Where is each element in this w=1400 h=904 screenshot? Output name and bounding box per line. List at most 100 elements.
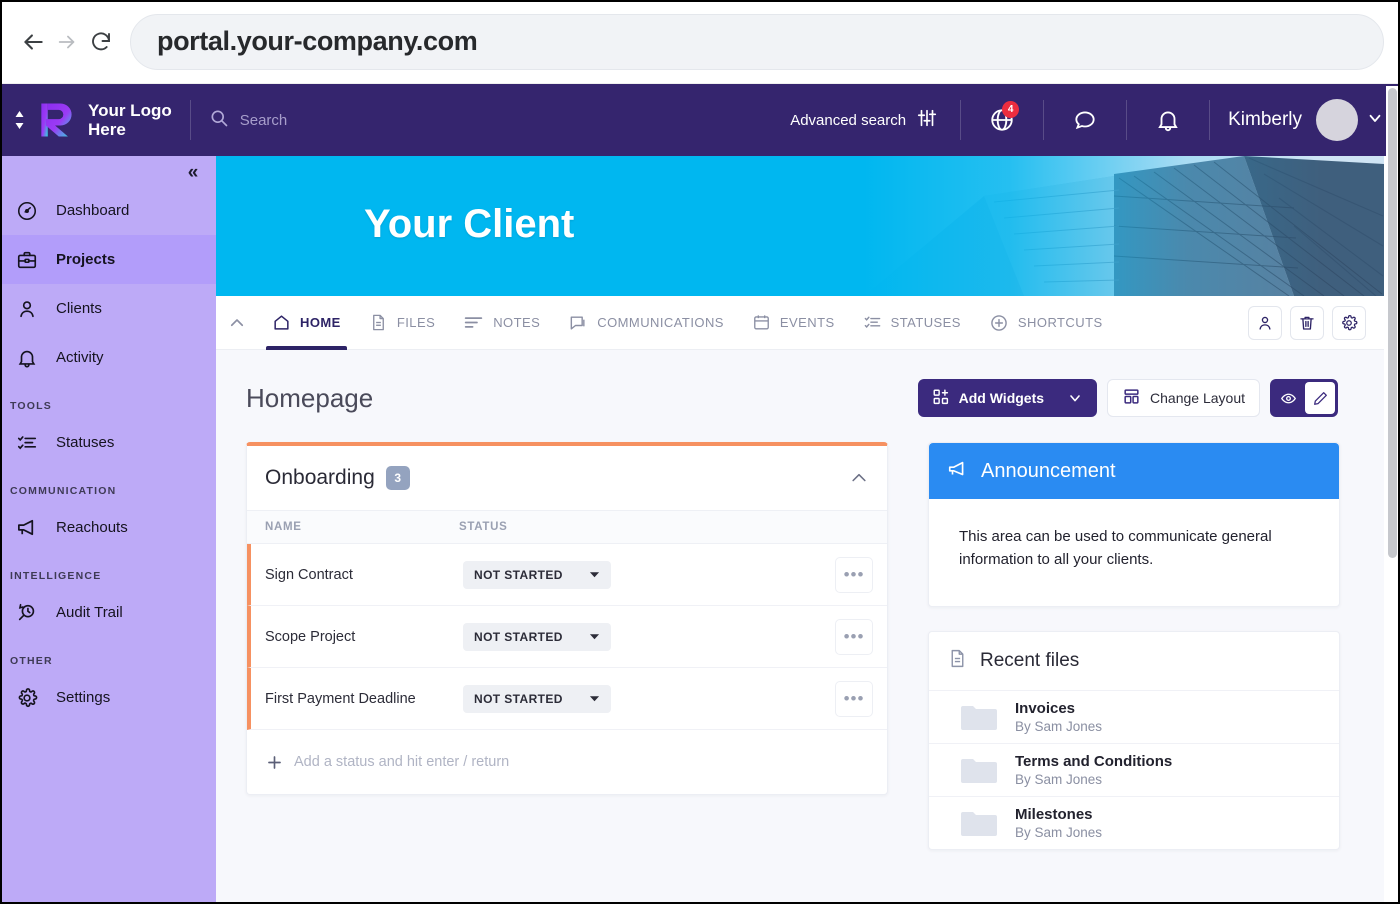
row-more-button[interactable]: •••: [835, 680, 873, 717]
row-more-button[interactable]: •••: [835, 556, 873, 593]
chat-icon[interactable]: [1062, 97, 1108, 143]
scrollbar-thumb[interactable]: [1388, 88, 1397, 558]
gear-icon: [14, 687, 40, 709]
sidebar-item-projects[interactable]: Projects: [0, 235, 216, 284]
header-divider-3: [1043, 100, 1045, 140]
sidebar-item-clients[interactable]: Clients: [0, 284, 216, 333]
row-name: Scope Project: [265, 628, 356, 645]
status-label: NOT STARTED: [474, 567, 563, 582]
sidebar-item-statuses[interactable]: Statuses: [0, 418, 216, 467]
announcement-body: This area can be used to communicate gen…: [959, 528, 1272, 569]
gear-icon[interactable]: [1332, 305, 1366, 340]
row-more-button[interactable]: •••: [835, 618, 873, 655]
caret-down-icon: [589, 693, 600, 704]
plus-icon: [265, 753, 284, 772]
tab-notes[interactable]: NOTES: [449, 296, 554, 350]
back-button[interactable]: [16, 25, 50, 59]
main-content: Homepage Add Widgets Change Layout Onboa…: [216, 350, 1384, 904]
address-bar[interactable]: portal.your-company.com: [130, 13, 1384, 70]
sidebar-item-settings[interactable]: Settings: [0, 673, 216, 722]
tab-label: COMMUNICATIONS: [597, 315, 724, 330]
page-actions: Add Widgets Change Layout: [917, 379, 1338, 417]
tabbar-collapse-icon[interactable]: [216, 314, 258, 332]
tab-communications[interactable]: COMMUNICATIONS: [554, 296, 738, 350]
add-status-input[interactable]: Add a status and hit enter / return: [247, 730, 887, 794]
recent-files-title: Recent files: [980, 649, 1080, 671]
bell-icon[interactable]: [1145, 97, 1191, 143]
sidebar-item-dashboard[interactable]: Dashboard: [0, 186, 216, 235]
table-row[interactable]: Scope Project NOT STARTED •••: [247, 606, 887, 668]
status-label: NOT STARTED: [474, 629, 563, 644]
add-widgets-button[interactable]: Add Widgets: [917, 379, 1098, 417]
speedometer-icon: [14, 200, 40, 222]
left-column: Onboarding 3 NAME STATUS Sign Contract N…: [246, 442, 888, 850]
sidebar-collapse-icon[interactable]: «: [180, 160, 206, 186]
sidebar-item-label: Statuses: [56, 434, 115, 451]
recent-files-header: Recent files: [929, 632, 1339, 690]
change-layout-button[interactable]: Change Layout: [1107, 379, 1260, 417]
status-label: NOT STARTED: [474, 691, 563, 706]
status-dropdown[interactable]: NOT STARTED: [463, 684, 611, 713]
globe-icon[interactable]: 4: [979, 97, 1025, 143]
widgets-grid-icon: [932, 388, 950, 409]
sidebar-group-other: OTHER: [10, 655, 53, 667]
file-author: By Sam Jones: [1015, 718, 1103, 734]
header-divider-2: [960, 100, 962, 140]
portal-switcher-icon[interactable]: [4, 109, 34, 131]
caret-down-icon: [589, 631, 600, 642]
advanced-search-button[interactable]: Advanced search: [790, 107, 938, 133]
person-icon[interactable]: [1248, 305, 1282, 340]
sidebar-item-label: Reachouts: [56, 519, 128, 536]
status-dropdown[interactable]: NOT STARTED: [463, 622, 611, 651]
row-name: Sign Contract: [265, 566, 353, 583]
url-text: portal.your-company.com: [157, 26, 478, 56]
tab-events[interactable]: EVENTS: [738, 296, 849, 350]
forward-button[interactable]: [50, 25, 84, 59]
table-row[interactable]: First Payment Deadline NOT STARTED •••: [247, 668, 887, 730]
chevron-down-icon: [1366, 109, 1384, 132]
sidebar-group-intelligence: INTELLIGENCE: [10, 570, 102, 582]
logo-r-icon: [41, 103, 72, 137]
eye-icon[interactable]: [1273, 382, 1303, 414]
tab-files[interactable]: FILES: [355, 296, 449, 350]
sidebar-item-activity[interactable]: Activity: [0, 333, 216, 382]
search-input[interactable]: Search: [209, 108, 288, 133]
reload-button[interactable]: [84, 25, 118, 59]
list-item[interactable]: Terms and Conditions By Sam Jones: [929, 742, 1339, 796]
trash-icon[interactable]: [1290, 305, 1324, 340]
tab-label: STATUSES: [890, 315, 961, 330]
hero-title: Your Client: [364, 202, 575, 246]
sliders-icon: [916, 107, 938, 133]
column-header-name: NAME: [265, 521, 302, 533]
tab-bar: HOME FILES NOTES COMMUNICATIONS EVENTS S…: [216, 296, 1384, 350]
file-name: Invoices: [1015, 699, 1076, 717]
right-column: Announcement This area can be used to co…: [928, 442, 1340, 850]
user-menu[interactable]: Kimberly: [1228, 99, 1384, 141]
pencil-icon[interactable]: [1305, 382, 1335, 414]
header-divider-4: [1126, 100, 1128, 140]
table-row[interactable]: Sign Contract NOT STARTED •••: [247, 544, 887, 606]
sidebar-item-reachouts[interactable]: Reachouts: [0, 503, 216, 552]
row-status-cell: NOT STARTED: [463, 622, 835, 651]
list-item[interactable]: Invoices By Sam Jones: [929, 689, 1339, 743]
sidebar-item-audit-trail[interactable]: Audit Trail: [0, 588, 216, 637]
vertical-scrollbar[interactable]: [1386, 86, 1398, 902]
status-dropdown[interactable]: NOT STARTED: [463, 560, 611, 589]
logo[interactable]: Your Logo Here: [34, 98, 172, 142]
sidebar-item-label: Audit Trail: [56, 604, 123, 621]
list-item[interactable]: Milestones By Sam Jones: [929, 795, 1339, 849]
document-icon: [369, 313, 388, 332]
collapse-chevron-icon[interactable]: [849, 468, 869, 488]
header-divider-1: [189, 100, 191, 140]
avatar: [1316, 99, 1358, 141]
tab-shortcuts[interactable]: SHORTCUTS: [975, 296, 1117, 350]
list-checks-icon: [863, 313, 882, 332]
tab-label: SHORTCUTS: [1017, 315, 1103, 330]
row-name: First Payment Deadline: [265, 690, 416, 707]
plus-circle-icon: [989, 313, 1009, 333]
tab-statuses[interactable]: STATUSES: [849, 296, 975, 350]
search-placeholder: Search: [239, 111, 288, 129]
tab-home[interactable]: HOME: [258, 296, 355, 350]
document-icon: [947, 648, 968, 674]
sidebar-item-label: Settings: [56, 689, 111, 706]
